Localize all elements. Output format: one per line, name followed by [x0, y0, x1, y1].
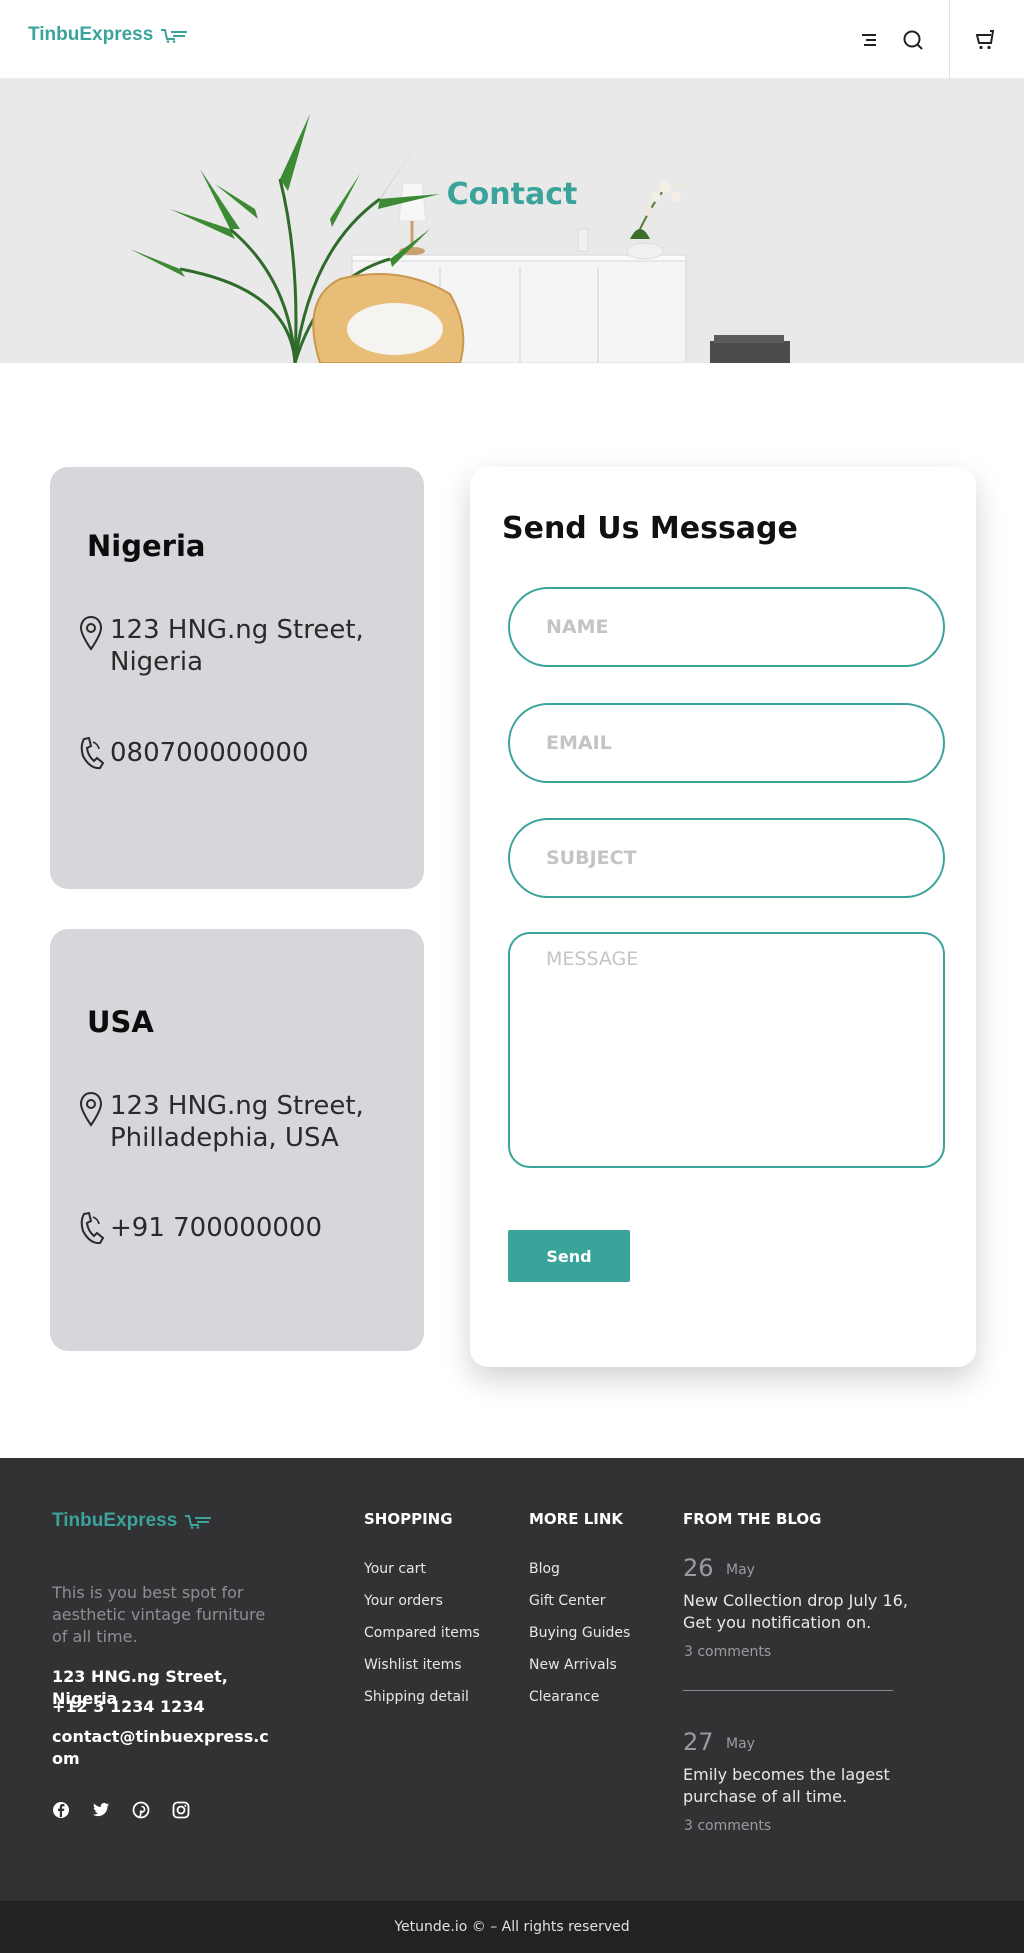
cart-logo-icon — [161, 29, 188, 43]
location-card-usa: USA 123 HNG.ng Street, Philladephia, USA… — [50, 929, 424, 1351]
facebook-icon[interactable] — [51, 1800, 71, 1820]
location-country: Nigeria — [87, 529, 206, 563]
hero-banner: Contact — [0, 79, 1024, 363]
location-phone[interactable]: +91 700000000 — [110, 1212, 390, 1244]
copyright-bar: Yetunde.io © – All rights reserved — [0, 1901, 1024, 1953]
page-title: Contact — [446, 177, 578, 212]
footer-link-your-cart[interactable]: Your cart — [364, 1561, 426, 1577]
footer-link-shipping-detail[interactable]: Shipping detail — [364, 1689, 469, 1705]
site-header: TinbuExpress — [0, 0, 1024, 79]
blog-post-day: 26 — [683, 1554, 714, 1582]
footer-phone[interactable]: +12 3 1234 1234 — [52, 1696, 282, 1718]
location-phone-row: 080700000000 — [78, 733, 390, 773]
location-address-row: 123 HNG.ng Street, Philladephia, USA — [78, 1090, 390, 1154]
footer-logo-text: TinbuExpress — [52, 1510, 178, 1531]
twitter-icon[interactable] — [91, 1800, 111, 1820]
pinterest-icon[interactable] — [131, 1800, 151, 1820]
search-icon[interactable] — [899, 26, 927, 54]
footer-link-wishlist-items[interactable]: Wishlist items — [364, 1657, 462, 1673]
cart-icon[interactable] — [971, 26, 999, 54]
blog-post-title[interactable]: Emily becomes the lagest purchase of all… — [683, 1764, 913, 1808]
location-address: 123 HNG.ng Street, Philladephia, USA — [110, 1091, 364, 1153]
send-button[interactable]: Send — [508, 1230, 630, 1282]
blog-post-month: May — [726, 1736, 755, 1752]
footer-description: This is you best spot for aesthetic vint… — [52, 1583, 266, 1646]
footer-link-buying-guides[interactable]: Buying Guides — [529, 1625, 630, 1641]
blog-post-day: 27 — [683, 1728, 714, 1756]
copyright-text: Yetunde.io © – All rights reserved — [394, 1919, 630, 1935]
blog-post-month: May — [726, 1562, 755, 1578]
blog-post-comments[interactable]: 3 comments — [684, 1818, 771, 1834]
shopping-heading: SHOPPING — [364, 1510, 453, 1528]
location-address: 123 HNG.ng Street, Nigeria — [110, 615, 364, 677]
menu-icon[interactable] — [855, 26, 883, 54]
footer-link-blog[interactable]: Blog — [529, 1561, 560, 1577]
blog-heading: FROM THE BLOG — [683, 1510, 822, 1528]
map-pin-icon — [78, 614, 104, 654]
form-title: Send Us Message — [502, 511, 798, 546]
site-footer: TinbuExpress This is you best spot for a… — [0, 1458, 1024, 1901]
phone-icon — [78, 1208, 104, 1248]
map-pin-icon — [78, 1090, 104, 1130]
message-field[interactable] — [508, 932, 945, 1168]
more-link-heading: MORE LINK — [529, 1510, 624, 1528]
instagram-icon[interactable] — [171, 1800, 191, 1820]
location-address-row: 123 HNG.ng Street, Nigeria — [78, 614, 390, 678]
blog-divider — [683, 1690, 893, 1691]
footer-link-new-arrivals[interactable]: New Arrivals — [529, 1657, 617, 1673]
location-card-nigeria: Nigeria 123 HNG.ng Street, Nigeria 08070… — [50, 467, 424, 889]
contact-form: Send Us Message Send — [470, 467, 976, 1367]
location-phone-row: +91 700000000 — [78, 1208, 390, 1248]
blog-post-comments[interactable]: 3 comments — [684, 1644, 771, 1660]
header-divider — [949, 0, 950, 79]
footer-link-gift-center[interactable]: Gift Center — [529, 1593, 605, 1609]
footer-logo[interactable]: TinbuExpress — [52, 1510, 213, 1532]
logo[interactable]: TinbuExpress — [28, 24, 189, 46]
blog-post-title[interactable]: New Collection drop July 16, Get you not… — [683, 1590, 913, 1634]
cart-logo-icon — [185, 1515, 212, 1529]
footer-link-your-orders[interactable]: Your orders — [364, 1593, 443, 1609]
logo-text: TinbuExpress — [28, 24, 154, 45]
email-field[interactable] — [508, 703, 945, 783]
name-field[interactable] — [508, 587, 945, 667]
location-country: USA — [87, 1005, 154, 1039]
footer-link-clearance[interactable]: Clearance — [529, 1689, 599, 1705]
subject-field[interactable] — [508, 818, 945, 898]
footer-link-compared-items[interactable]: Compared items — [364, 1625, 480, 1641]
location-phone[interactable]: 080700000000 — [110, 737, 390, 769]
phone-icon — [78, 733, 104, 773]
hero-illustration — [0, 79, 1024, 363]
footer-email[interactable]: contact@tinbuexpress.com — [52, 1726, 272, 1770]
